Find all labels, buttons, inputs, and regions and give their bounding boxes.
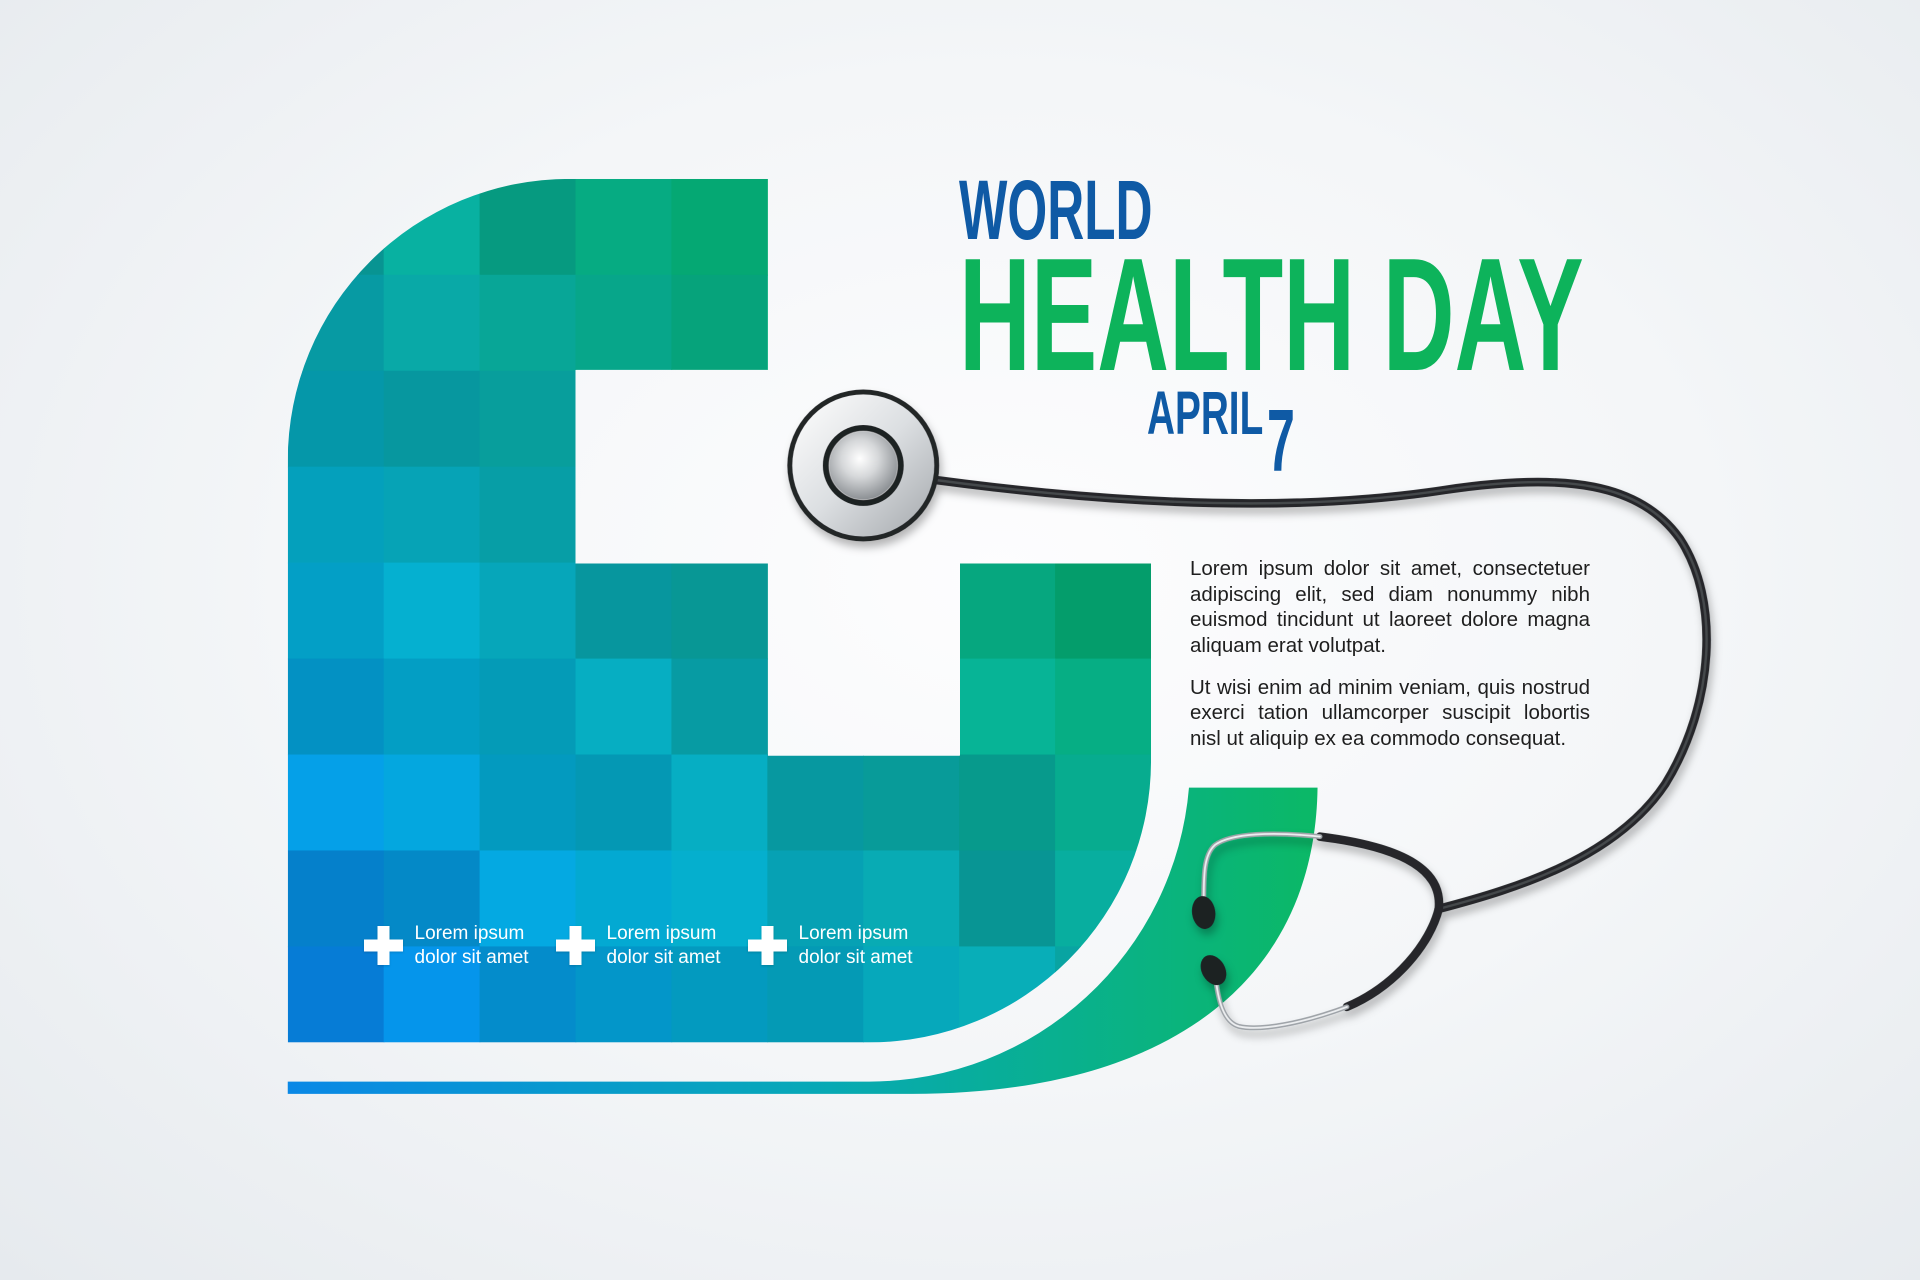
paragraph-2: Ut wisi enim ad minim veniam, quis nostr… (1190, 675, 1590, 750)
mosaic-tile (1055, 658, 1152, 756)
mosaic-tile (287, 754, 385, 852)
mosaic-tile (479, 370, 577, 468)
plus-icon (556, 926, 595, 965)
mosaic-tile (479, 754, 577, 852)
mosaic-tile (287, 274, 385, 372)
mosaic-tile (383, 562, 481, 660)
mosaic-tile (383, 754, 481, 852)
mosaic-tile (671, 178, 769, 276)
body-text: Lorem ipsum dolor sit amet, consectetuer… (1190, 556, 1590, 751)
mosaic-tile (959, 754, 1056, 852)
mosaic-tile (575, 562, 673, 660)
mosaic-tile (1055, 850, 1152, 948)
feature-text: Lorem ipsum dolor sit amet (799, 922, 913, 969)
plus-icon (364, 926, 403, 965)
mosaic-tile (863, 658, 960, 756)
mosaic-tile (479, 562, 577, 660)
feature-line-2: dolor sit amet (798, 946, 913, 968)
mosaic-tile (479, 178, 577, 276)
mosaic-tile (383, 178, 481, 276)
mosaic-tile (671, 274, 769, 372)
mosaic-tile (575, 466, 673, 564)
mosaic-tile (863, 274, 960, 372)
date-month: APRIL (1147, 379, 1264, 448)
mosaic-tile (767, 754, 864, 852)
mosaic-tile (383, 274, 481, 372)
mosaic-tile (1055, 562, 1152, 660)
feature-text: Lorem ipsum dolor sit amet (415, 922, 529, 969)
mosaic-tile (671, 754, 769, 852)
date-day: 7 (1267, 391, 1295, 490)
mosaic-tile (767, 658, 864, 756)
feature-item: Lorem ipsum dolor sit amet (748, 922, 913, 969)
mosaic-tile (287, 370, 385, 468)
mosaic-tile (383, 466, 481, 564)
plus-icon (748, 926, 787, 965)
feature-text: Lorem ipsum dolor sit amet (607, 922, 721, 969)
title-health-day: HEALTH DAY (959, 225, 1584, 405)
mosaic-tile (575, 370, 673, 468)
feature-line-2: dolor sit amet (606, 946, 721, 968)
stethoscope-chest-piece (787, 389, 940, 542)
mosaic-tile (863, 754, 960, 852)
mosaic-tile (575, 658, 673, 756)
mosaic-tile (287, 562, 385, 660)
mosaic-tile (575, 754, 673, 852)
feature-line-2: dolor sit amet (414, 946, 529, 968)
mosaic-tile (383, 370, 481, 468)
paragraph-1: Lorem ipsum dolor sit amet, consectetuer… (1190, 557, 1590, 657)
mosaic-tile (767, 178, 864, 276)
mosaic-tile (287, 658, 385, 756)
mosaic-tile (1055, 754, 1152, 852)
mosaic-tile (575, 178, 673, 276)
mosaic-tile (575, 274, 673, 372)
feature-line-1: Lorem ipsum (414, 923, 525, 944)
mosaic-tile (959, 658, 1056, 756)
stethoscope-branch-lower (1342, 904, 1444, 1012)
mosaic-tile (671, 466, 769, 564)
mosaic-tile (479, 658, 577, 756)
mosaic-tile (383, 658, 481, 756)
stethoscope-branch-upper (1315, 832, 1444, 914)
mosaic-tile (287, 466, 385, 564)
mosaic-tile (479, 274, 577, 372)
feature-line-1: Lorem ipsum (798, 923, 909, 944)
mosaic-tile (863, 562, 960, 660)
mosaic-tile (671, 370, 769, 468)
mosaic-tile (863, 178, 960, 276)
feature-line-1: Lorem ipsum (606, 923, 717, 944)
mosaic-tile (1055, 466, 1152, 564)
feature-item: Lorem ipsum dolor sit amet (556, 922, 721, 969)
mosaic-tile (479, 466, 577, 564)
mosaic-tile (959, 850, 1056, 948)
mosaic-tile (959, 562, 1056, 660)
feature-item: Lorem ipsum dolor sit amet (364, 922, 529, 969)
mosaic-tile (767, 274, 864, 372)
poster: WORLD HEALTH DAY APRIL 7 Lorem ipsum dol… (0, 0, 1920, 1280)
mosaic-tile (959, 946, 1056, 1043)
mosaic-tile (671, 658, 769, 756)
mosaic-tile (767, 562, 864, 660)
mosaic-tile (287, 178, 385, 276)
mosaic-tile (671, 562, 769, 660)
